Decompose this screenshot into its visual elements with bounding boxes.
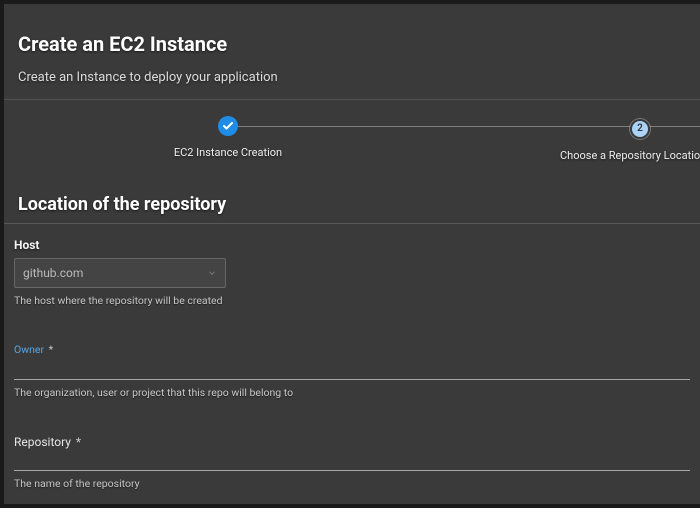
step-1[interactable]: EC2 Instance Creation — [164, 116, 292, 159]
step-1-label: EC2 Instance Creation — [164, 146, 292, 159]
owner-input[interactable] — [14, 360, 690, 380]
field-host: Host github.com The host where the repos… — [4, 224, 700, 307]
panel-header: Create an EC2 Instance Create an Instanc… — [4, 4, 700, 100]
repository-input[interactable] — [14, 451, 690, 471]
host-select[interactable]: github.com — [14, 258, 226, 288]
step-2-bubble: 2 — [630, 119, 650, 139]
check-icon — [222, 120, 234, 132]
chevron-down-icon — [207, 268, 217, 278]
step-2[interactable]: 2 Choose a Repository Location — [560, 116, 700, 162]
owner-help: The organization, user or project that t… — [14, 386, 690, 399]
step-2-label: Choose a Repository Location — [560, 149, 700, 162]
page-title: Create an EC2 Instance — [18, 32, 686, 56]
host-help: The host where the repository will be cr… — [14, 294, 690, 307]
host-select-value: github.com — [23, 266, 83, 280]
page-subtitle: Create an Instance to deploy your applic… — [18, 70, 686, 85]
repository-label: Repository * — [14, 435, 690, 449]
section-title-location: Location of the repository — [4, 176, 700, 224]
step-1-bubble — [218, 116, 238, 136]
owner-label: Owner * — [14, 343, 690, 356]
create-ec2-panel: Create an EC2 Instance Create an Instanc… — [4, 4, 700, 504]
field-owner: Owner * The organization, user or projec… — [4, 329, 700, 399]
host-label: Host — [14, 238, 690, 252]
repository-help: The name of the repository — [14, 477, 690, 490]
field-repository: Repository * The name of the repository — [4, 421, 700, 490]
stepper: EC2 Instance Creation 2 Choose a Reposit… — [4, 116, 700, 176]
